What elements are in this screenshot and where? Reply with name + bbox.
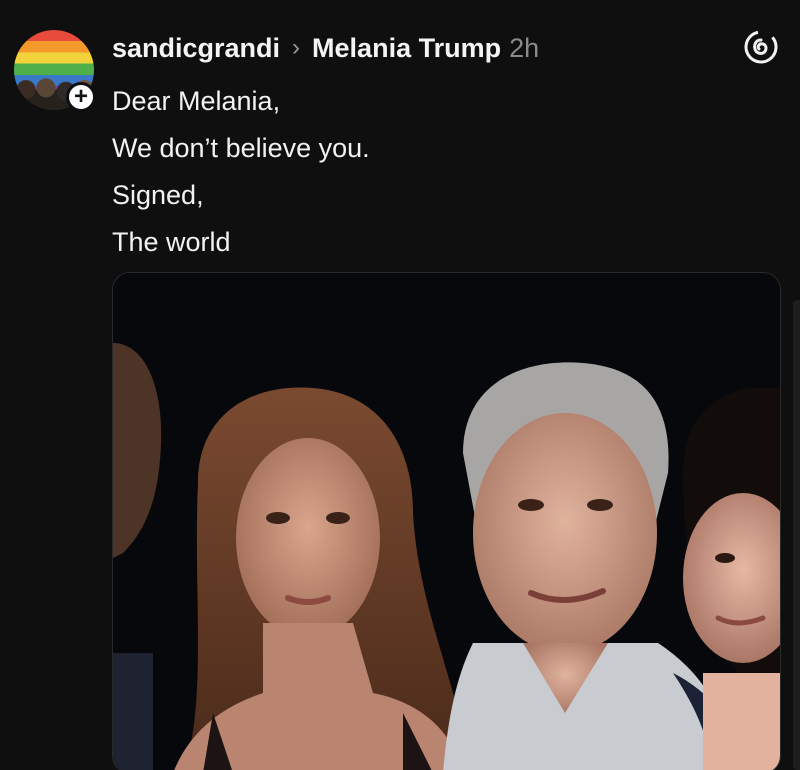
photo-illustration <box>113 273 780 770</box>
post-line-1: Dear Melania, <box>112 86 281 116</box>
post-timestamp: 2h <box>509 32 540 63</box>
photo-man-face <box>473 413 657 653</box>
photo-woman-face <box>236 438 380 638</box>
avatar-container[interactable]: + <box>14 30 100 116</box>
post-line-2: We don’t believe you. <box>112 133 370 163</box>
photo-left-shoulder <box>113 653 153 770</box>
reply-to-user-link[interactable]: Melania Trump <box>312 33 501 64</box>
chevron-right-icon: › <box>292 34 301 61</box>
post-header: sandicgrandi › Melania Trump 2h <box>112 28 539 68</box>
threads-post: + sandicgrandi › Melania Trump 2h Dear M… <box>0 0 800 770</box>
follow-plus-icon[interactable]: + <box>66 82 96 112</box>
threads-logo-icon[interactable] <box>744 30 778 64</box>
post-photo[interactable] <box>112 272 781 770</box>
post-line-3: Signed, <box>112 180 204 210</box>
post-line-4: The world <box>112 227 231 257</box>
next-photo-peek[interactable] <box>793 300 800 770</box>
username-link[interactable]: sandicgrandi <box>112 33 280 64</box>
post-body: Dear Melania, We don’t believe you. Sign… <box>112 78 370 266</box>
